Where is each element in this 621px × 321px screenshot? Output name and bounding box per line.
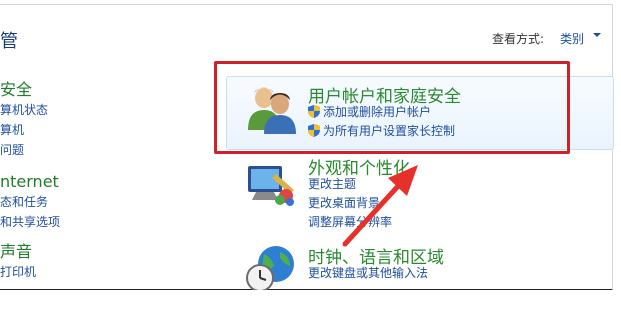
- control-panel-window: 管 查看方式: 类别 安全 算机状态 算机 问题 nternet 态和任务 和共…: [0, 0, 616, 290]
- annotation-arrow: [342, 165, 418, 247]
